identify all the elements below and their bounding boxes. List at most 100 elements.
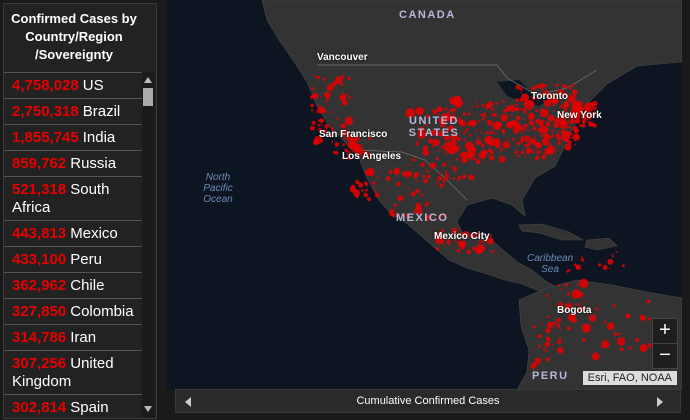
list-item[interactable]: 433,100 Peru [4,247,144,273]
list-item[interactable]: 362,962 Chile [4,273,144,299]
list-item[interactable]: 859,762 Russia [4,151,144,177]
country-name: Colombia [70,303,134,320]
map-canvas[interactable] [167,0,682,390]
case-dot [569,302,571,305]
case-dot [363,192,369,198]
case-dot [366,168,375,177]
case-dot [344,116,354,125]
case-dot [492,131,495,134]
label-mexico: MEXICO [396,212,449,224]
case-dot [535,148,538,151]
case-dot [485,131,489,135]
case-dot [456,157,459,161]
case-dot [518,99,520,102]
case-dot [567,140,570,143]
case-dot [547,315,550,319]
zoom-in-button[interactable]: + [652,318,678,344]
case-dot [598,263,602,267]
map-view[interactable]: CANADA UNITED STATES MEXICO PERU North P… [167,0,682,390]
case-dot [469,133,472,137]
list-item[interactable]: 1,855,745 India [4,125,144,151]
list-item[interactable]: 2,750,318 Brazil [4,99,144,125]
case-dot [566,326,571,331]
country-case-list[interactable]: 4,758,028 US 2,750,318 Brazil 1,855,745 Ind… [4,72,144,418]
list-item[interactable]: 314,786 Iran [4,325,144,351]
case-dot [457,178,460,182]
case-dot [533,136,536,138]
case-dot [410,191,416,197]
case-dot [385,176,391,181]
map-legend-bar: Cumulative Confirmed Cases [175,389,681,413]
case-dot [501,128,506,133]
case-dot [502,133,505,135]
case-dot [562,83,567,89]
scroll-down-arrow-icon[interactable] [144,406,152,412]
case-dot [570,136,573,139]
case-dot [510,114,513,117]
case-dot [563,135,566,138]
case-dot [468,174,475,181]
case-dot [620,347,624,352]
list-item[interactable]: 302,814 Spain [4,395,144,418]
case-dot [463,138,466,142]
case-dot [479,114,482,116]
list-item[interactable]: 443,813 Mexico [4,221,144,247]
case-dot [556,323,561,328]
case-count: 307,256 [12,355,67,372]
case-dot [532,126,537,131]
case-dot [544,341,551,348]
zoom-out-button[interactable]: − [652,343,678,369]
list-item[interactable]: 327,850 Colombia [4,299,144,325]
case-dot [520,137,523,140]
list-item[interactable]: 521,318 South Africa [4,177,144,221]
case-dot [613,332,618,337]
case-dot [574,128,578,132]
case-dot [515,151,517,154]
case-dot [571,89,578,96]
case-dot [560,288,562,290]
previous-arrow-icon[interactable] [185,397,191,407]
case-dot [551,135,554,138]
case-dot [464,129,468,133]
list-scrollbar[interactable] [142,72,155,418]
case-dot [543,133,548,138]
case-dot [571,83,575,87]
case-dot [443,244,446,247]
case-dot [520,139,524,143]
case-dot [484,137,488,141]
case-dot [415,142,419,146]
scroll-up-arrow-icon[interactable] [144,77,152,83]
case-dot [520,150,525,155]
list-item[interactable]: 4,758,028 US [4,73,144,99]
case-count: 433,100 [12,251,67,268]
case-dot [494,142,501,149]
case-dot [531,137,533,139]
case-dot [407,164,409,167]
case-dot [557,136,561,141]
next-arrow-icon[interactable] [657,397,663,407]
case-dot [530,112,534,117]
case-dot [466,128,468,130]
case-dot [315,111,317,113]
case-dot [436,106,443,113]
case-dot [422,145,428,151]
case-dot [463,132,466,135]
case-count: 362,962 [12,277,67,294]
scrollbar-thumb[interactable] [143,88,153,106]
case-dot [525,126,528,128]
case-dot [331,141,334,143]
list-item[interactable]: 307,256 United Kingdom [4,351,144,395]
case-count: 521,318 [12,181,67,198]
case-dot [452,166,457,171]
case-dot [324,107,326,109]
case-dot [349,185,357,193]
case-dot [581,337,586,342]
case-dot [545,294,549,298]
case-dot [520,107,524,111]
case-dot [568,86,572,90]
case-dot [516,141,521,146]
case-dot [567,86,569,89]
case-dot [536,144,540,149]
case-dot [520,91,523,94]
case-dot [364,188,368,192]
